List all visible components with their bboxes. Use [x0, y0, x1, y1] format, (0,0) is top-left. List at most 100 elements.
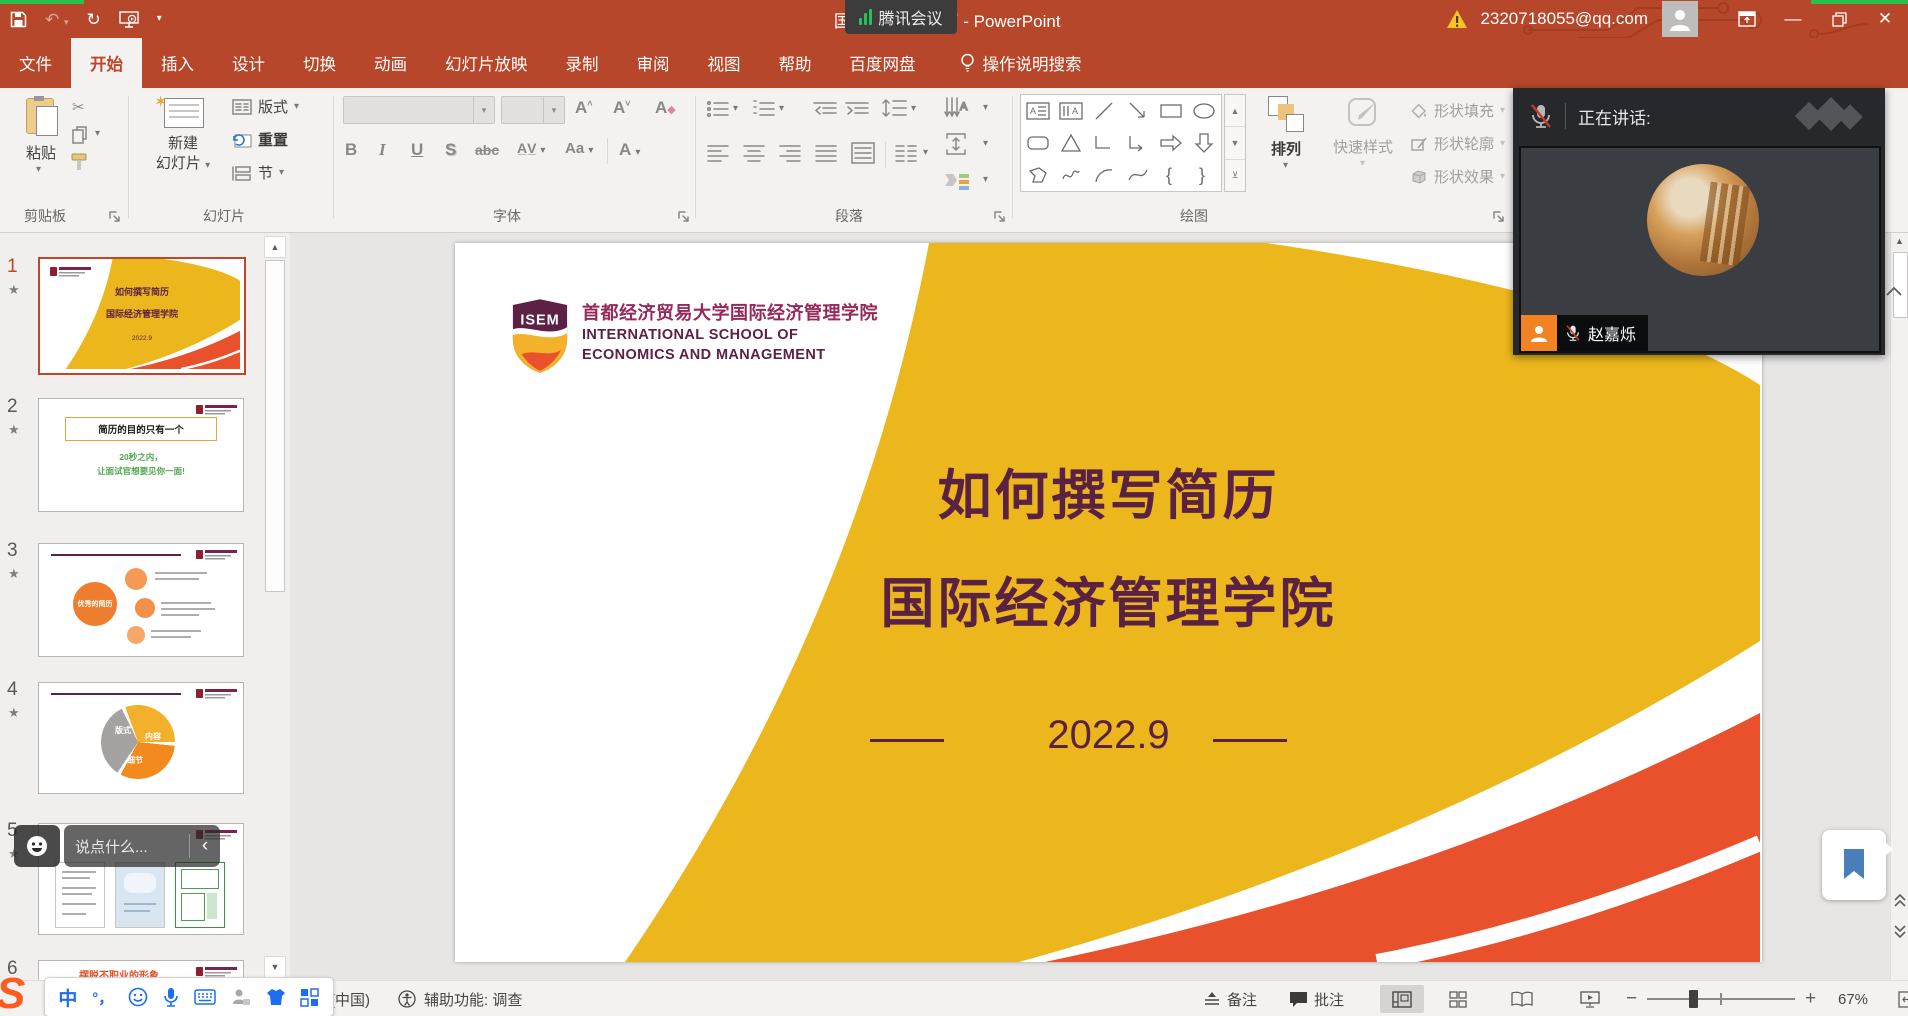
shape-oval-icon[interactable]: [1192, 102, 1216, 120]
zoom-slider-thumb[interactable]: [1689, 990, 1698, 1008]
font-color-button[interactable]: A ▾: [619, 140, 640, 160]
decrease-indent-icon[interactable]: [813, 100, 837, 118]
tab-help[interactable]: 帮助: [760, 38, 831, 88]
tab-record[interactable]: 录制: [547, 38, 618, 88]
shape-rounded-rect-icon[interactable]: [1026, 134, 1050, 152]
layout-button[interactable]: 版式▾: [232, 96, 299, 117]
warning-icon[interactable]: [1446, 9, 1468, 29]
format-painter-icon[interactable]: [70, 152, 90, 172]
reset-button[interactable]: 重置: [232, 129, 288, 150]
convert-smartart-icon[interactable]: [943, 170, 971, 192]
tab-transitions[interactable]: 切换: [284, 38, 355, 88]
text-shadow-button[interactable]: S: [445, 140, 456, 160]
font-size-combo[interactable]: ▾: [501, 96, 565, 124]
main-scrollbar[interactable]: ▲: [1890, 232, 1908, 980]
shrink-font-button[interactable]: A˅: [613, 98, 631, 118]
zoom-level[interactable]: 67%: [1838, 981, 1868, 1016]
tab-baidu-netdisk[interactable]: 百度网盘: [831, 38, 935, 88]
grow-font-button[interactable]: A˄: [575, 98, 593, 118]
tab-insert[interactable]: 插入: [142, 38, 213, 88]
next-slide-icon[interactable]: [1894, 924, 1906, 938]
minimize-button[interactable]: —: [1770, 0, 1816, 38]
fit-to-window-button[interactable]: [1886, 985, 1908, 1013]
previous-slide-icon[interactable]: [1894, 894, 1906, 908]
tab-review[interactable]: 审阅: [618, 38, 689, 88]
shape-right-arrow-icon[interactable]: [1159, 134, 1183, 152]
paste-button[interactable]: 粘贴 ▾: [18, 96, 64, 182]
shape-line-icon[interactable]: [1093, 100, 1115, 122]
tab-home[interactable]: 开始: [71, 38, 142, 88]
redo-icon[interactable]: ↻: [87, 11, 101, 28]
underline-button[interactable]: U: [411, 140, 423, 160]
thumb-scroll-thumb[interactable]: [265, 260, 285, 592]
bookmark-float-button[interactable]: [1822, 830, 1886, 900]
clear-formatting-button[interactable]: A◆: [655, 98, 676, 118]
ime-mode-chinese[interactable]: 中: [58, 984, 77, 1011]
shape-down-arrow-icon[interactable]: [1194, 132, 1214, 154]
new-slide-button[interactable]: ✶ 新建 幻灯片 ▾: [146, 94, 220, 186]
bold-button[interactable]: B: [345, 140, 357, 160]
strikethrough-button[interactable]: abc: [475, 142, 499, 158]
align-center-icon[interactable]: [743, 144, 765, 162]
shapes-scroll-up-icon[interactable]: ▲: [1225, 95, 1245, 127]
start-slideshow-icon[interactable]: [119, 11, 139, 28]
tab-view[interactable]: 视图: [689, 38, 760, 88]
increase-indent-icon[interactable]: [845, 100, 869, 118]
shape-left-brace-icon[interactable]: {: [1164, 164, 1178, 186]
scroll-up-icon[interactable]: ▲: [1895, 236, 1904, 246]
avatar[interactable]: [1662, 1, 1698, 37]
tab-design[interactable]: 设计: [213, 38, 284, 88]
slide-date[interactable]: 2022.9: [455, 713, 1762, 758]
change-case-button[interactable]: Aa ▾: [565, 140, 593, 157]
reading-view-button[interactable]: [1500, 985, 1544, 1013]
ime-skin-person-icon[interactable]: [231, 987, 251, 1007]
shape-vertical-textbox-icon[interactable]: A: [1059, 101, 1083, 121]
paragraph-dialog-launcher[interactable]: [993, 210, 1007, 224]
italic-button[interactable]: I: [379, 140, 386, 160]
shape-arc-icon[interactable]: [1093, 165, 1115, 185]
cut-icon[interactable]: ✂: [72, 98, 85, 116]
emoji-button[interactable]: [14, 825, 60, 867]
shapes-more-icon[interactable]: ⊻: [1225, 160, 1245, 191]
shape-outline-button[interactable]: 形状轮廓▾: [1410, 133, 1505, 154]
ime-voice-icon[interactable]: [163, 987, 179, 1008]
shape-textbox-icon[interactable]: A: [1026, 101, 1050, 121]
mic-muted-icon[interactable]: [1529, 103, 1553, 129]
copy-icon[interactable]: [72, 126, 90, 144]
tab-animations[interactable]: 动画: [355, 38, 426, 88]
collapse-ribbon-icon[interactable]: [1884, 284, 1904, 298]
slide-title-line-2[interactable]: 国际经济管理学院: [455, 559, 1762, 638]
shape-rectangle-icon[interactable]: [1159, 102, 1183, 120]
drawing-dialog-launcher[interactable]: [1492, 210, 1506, 224]
save-icon[interactable]: [10, 11, 27, 28]
clipboard-dialog-launcher[interactable]: [108, 210, 122, 224]
slide-title-line-1[interactable]: 如何撰写简历: [455, 451, 1762, 530]
shape-elbow-arrow-icon[interactable]: [1127, 133, 1149, 153]
text-direction-icon[interactable]: A: [943, 96, 969, 120]
notes-toggle[interactable]: 备注: [1203, 981, 1257, 1016]
restore-button[interactable]: [1816, 0, 1862, 38]
tab-slideshow[interactable]: 幻灯片放映: [426, 38, 547, 88]
ime-toolbox-icon[interactable]: [300, 988, 319, 1007]
justify-icon[interactable]: [815, 144, 837, 162]
shape-fill-button[interactable]: 形状填充▾: [1410, 100, 1505, 121]
thumb-scroll-up-icon[interactable]: ▲: [264, 236, 286, 258]
slideshow-view-button[interactable]: [1568, 985, 1612, 1013]
section-button[interactable]: 节▾: [232, 162, 284, 183]
shape-arrow-icon[interactable]: [1127, 100, 1149, 122]
ime-emoji-icon[interactable]: [128, 987, 148, 1007]
numbering-icon[interactable]: [753, 100, 775, 118]
ime-punctuation[interactable]: °，: [92, 987, 113, 1008]
normal-view-button[interactable]: [1380, 985, 1424, 1013]
qat-customize-icon[interactable]: ▾: [157, 14, 162, 24]
zoom-in-button[interactable]: +: [1805, 981, 1816, 1016]
close-button[interactable]: ✕: [1862, 0, 1908, 38]
quick-styles-button[interactable]: 快速样式 ▾: [1324, 96, 1402, 135]
chat-collapse-icon[interactable]: ‹: [190, 835, 220, 857]
ribbon-display-options-icon[interactable]: [1724, 0, 1770, 38]
sogou-logo[interactable]: S: [0, 972, 42, 1016]
font-name-combo[interactable]: ▾: [343, 96, 495, 124]
character-spacing-button[interactable]: A̲V̲ ▾: [517, 140, 545, 156]
bullets-icon[interactable]: [707, 100, 729, 118]
participant-video[interactable]: 赵嘉烁: [1519, 146, 1881, 353]
